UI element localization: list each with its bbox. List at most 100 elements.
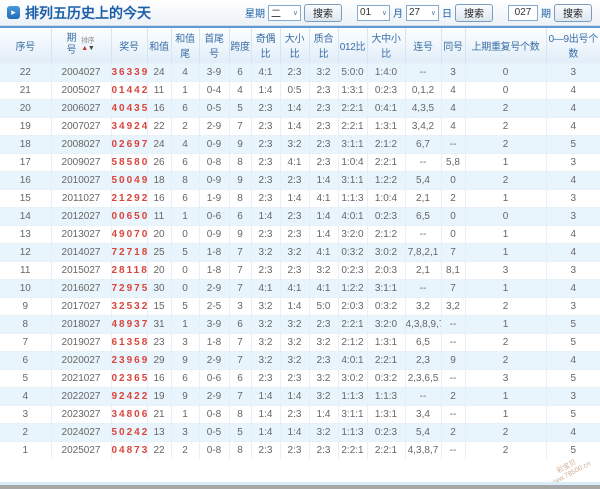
- table-row: 3 2023027 34806 21 1 0-8 8 1:4 2:3 1:4 3:1:1 1:3:1 3…: [0, 404, 600, 423]
- table-cell: 1: [465, 278, 547, 297]
- table-cell: 0:2:3: [338, 260, 368, 279]
- table-cell: --: [441, 368, 466, 387]
- table-cell: 1-8: [199, 332, 230, 351]
- table-cell: 1:4: [309, 404, 339, 423]
- table-cell: 2007027: [51, 116, 112, 135]
- table-cell: 1: [465, 314, 547, 333]
- table-cell: 17: [0, 152, 52, 171]
- table-cell: --: [441, 404, 466, 423]
- winning-number-cell: 34924: [111, 116, 148, 135]
- week-search-button[interactable]: 搜索: [304, 3, 342, 22]
- sort-asc-icon[interactable]: ▲: [81, 45, 88, 52]
- table-row: 21 2005027 01442 11 1 0-4 4 1:4 0:5 2:3 1:3:1 0:2:3…: [0, 80, 600, 99]
- column-header-2: 奖号: [111, 26, 148, 63]
- table-cell: 1:3:1: [367, 404, 406, 423]
- winning-number-cell: 50242: [111, 422, 148, 441]
- table-cell: 1:2:2: [338, 278, 368, 297]
- table-cell: 26: [147, 152, 172, 171]
- table-cell: 2006027: [51, 98, 112, 117]
- table-cell: 21: [0, 80, 52, 99]
- table-row: 1 2025027 04873 22 2 0-8 8 2:3 2:3 2:3 2:2:1 2:2:1 4…: [0, 440, 600, 459]
- table-cell: 9: [441, 350, 466, 369]
- table-cell: 2:3: [251, 152, 281, 171]
- table-cell: 2011027: [51, 188, 112, 207]
- table-cell: 3: [546, 260, 600, 279]
- month-label: 月: [393, 9, 403, 20]
- table-cell: 3: [546, 188, 600, 207]
- table-cell: 2004027: [51, 62, 112, 81]
- month-select-value: 01: [360, 7, 372, 18]
- table-cell: 2:3: [251, 170, 281, 189]
- table-cell: 2005027: [51, 80, 112, 99]
- table-row: 9 2017027 32532 15 5 2-5 3 3:2 1:4 5:0 2:0:3 0:3:2 3…: [0, 296, 600, 315]
- table-cell: 16: [0, 170, 52, 189]
- table-cell: 6: [171, 152, 200, 171]
- table-cell: 5: [0, 368, 52, 387]
- table-cell: 1:2:2: [367, 170, 406, 189]
- table-cell: 2:3: [251, 368, 281, 387]
- table-cell: 3: [546, 206, 600, 225]
- sort-desc-icon[interactable]: ▼: [88, 45, 95, 52]
- table-cell: 2015027: [51, 260, 112, 279]
- table-cell: 9: [229, 170, 252, 189]
- table-cell: 2: [465, 98, 547, 117]
- table-cell: 2:3: [309, 350, 339, 369]
- table-cell: 2025027: [51, 440, 112, 459]
- table-cell: 29: [147, 350, 172, 369]
- table-cell: 2: [465, 332, 547, 351]
- table-cell: 4: [171, 134, 200, 153]
- issue-input[interactable]: [508, 4, 538, 21]
- column-header-14: 上期重复号个数: [465, 26, 547, 63]
- title-bar: ▸ 排列五历史上的今天 星期 二 ∨ 搜索 01 ∨ 月 27 ∨ 日 搜索 0…: [0, 0, 600, 26]
- table-cell: 4: [441, 80, 466, 99]
- winning-number-cell: 92422: [111, 386, 148, 405]
- table-cell: 3: [546, 62, 600, 81]
- table-cell: 0:3:2: [367, 296, 406, 315]
- table-cell: 3: [171, 332, 200, 351]
- table-cell: 11: [147, 206, 172, 225]
- title-bullet-icon: ▸: [7, 6, 20, 19]
- month-select[interactable]: 01 ∨: [357, 4, 390, 21]
- date-search-button[interactable]: 搜索: [455, 3, 493, 22]
- table-cell: 3: [441, 62, 466, 81]
- table-cell: 7: [229, 116, 252, 135]
- sort-control[interactable]: 排序 ▲▼: [80, 37, 95, 53]
- issue-search-button[interactable]: 搜索: [554, 3, 592, 22]
- column-header-13: 同号: [441, 26, 466, 63]
- table-cell: 21: [147, 404, 172, 423]
- table-cell: 3:2: [251, 332, 281, 351]
- winning-number-cell: 40435: [111, 98, 148, 117]
- table-cell: 3: [546, 296, 600, 315]
- table-cell: 2: [441, 188, 466, 207]
- table-cell: 1:1:3: [338, 386, 368, 405]
- table-cell: 3:2: [280, 332, 310, 351]
- winning-number-cell: 04873: [111, 440, 148, 459]
- table-cell: --: [441, 332, 466, 351]
- table-cell: 2:3: [309, 134, 339, 153]
- day-select[interactable]: 27 ∨: [406, 4, 439, 21]
- table-row: 10 2016027 72975 30 0 2-9 7 4:1 4:1 4:1 1:2:2 3:1:1…: [0, 278, 600, 297]
- toolbar: 星期 二 ∨ 搜索 01 ∨ 月 27 ∨ 日 搜索 027 期 搜索: [245, 3, 592, 22]
- week-select[interactable]: 二 ∨: [268, 4, 301, 21]
- day-label: 日: [442, 9, 452, 20]
- table-cell: 1:0:4: [367, 188, 406, 207]
- table-cell: 4: [229, 80, 252, 99]
- table-cell: 6,5: [405, 332, 442, 351]
- table-cell: 2: [465, 422, 547, 441]
- table-cell: 4:0:1: [338, 206, 368, 225]
- winning-number-cell: 61358: [111, 332, 148, 351]
- table-cell: 0-8: [199, 152, 230, 171]
- table-row: 19 2007027 34924 22 2 2-9 7 2:3 1:4 2:3 2:2:1 1:3:1…: [0, 116, 600, 135]
- table-cell: 6: [229, 314, 252, 333]
- table-cell: 3:2: [309, 332, 339, 351]
- table-cell: 1:4: [280, 98, 310, 117]
- table-cell: 2:3: [251, 134, 281, 153]
- table-cell: 1:4: [280, 116, 310, 135]
- table-cell: 4:1: [309, 188, 339, 207]
- table-cell: 1:3:1: [338, 80, 368, 99]
- table-cell: 3: [465, 368, 547, 387]
- table-cell: 31: [147, 314, 172, 333]
- table-row: 22 2004027 36339 24 4 3-9 6 4:1 2:3 3:2 5:0:0 1:4:0…: [0, 62, 600, 81]
- table-cell: 6: [0, 350, 52, 369]
- table-cell: 3: [171, 422, 200, 441]
